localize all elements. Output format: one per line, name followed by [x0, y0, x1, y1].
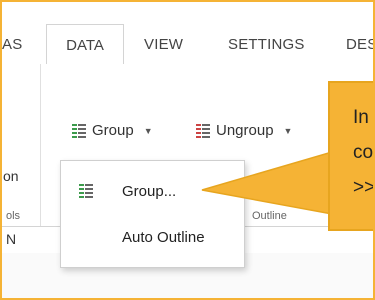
group-dropdown-menu: Group... Auto Outline — [60, 160, 245, 268]
tooltip-line-2: co — [353, 142, 374, 163]
ungroup-button[interactable]: Ungroup ▼ — [196, 122, 292, 139]
tooltip-text: In co >> — [353, 100, 375, 205]
tab-data-label: DATA — [66, 37, 104, 54]
cell-reference: N — [6, 231, 17, 247]
tooltip-line-1: In — [353, 107, 369, 128]
outline-group-label: Outline — [252, 210, 287, 222]
tab-view[interactable]: VIEW — [144, 36, 183, 53]
ribbon-partial-group-label: ols — [6, 210, 21, 222]
tab-settings[interactable]: SETTINGS — [228, 36, 305, 53]
ungroup-icon — [196, 123, 210, 138]
tab-design-partial[interactable]: DES — [346, 36, 373, 53]
menu-item-group-label: Group... — [122, 183, 177, 200]
ribbon-tab-bar: AS DATA VIEW SETTINGS DES — [2, 2, 373, 65]
ungroup-button-label: Ungroup — [216, 122, 274, 139]
menu-item-auto-outline[interactable]: Auto Outline — [61, 217, 244, 257]
ribbon-partial-button-label[interactable]: on — [3, 168, 19, 184]
tab-data[interactable]: DATA — [46, 24, 124, 65]
tab-formulas-partial[interactable]: AS — [2, 36, 22, 53]
tooltip-line-3: >> — [353, 177, 375, 198]
chevron-down-icon: ▼ — [283, 125, 293, 136]
group-button-label: Group — [92, 122, 134, 139]
menu-item-auto-outline-label: Auto Outline — [122, 229, 205, 246]
group-button[interactable]: Group ▼ — [72, 122, 153, 139]
chevron-down-icon: ▼ — [143, 125, 153, 136]
group-icon — [79, 184, 93, 198]
menu-item-group[interactable]: Group... — [61, 171, 244, 211]
ribbon-group-divider — [40, 64, 41, 226]
app-frame: AS DATA VIEW SETTINGS DES on ols Group ▼… — [0, 0, 375, 300]
group-icon — [72, 123, 86, 138]
